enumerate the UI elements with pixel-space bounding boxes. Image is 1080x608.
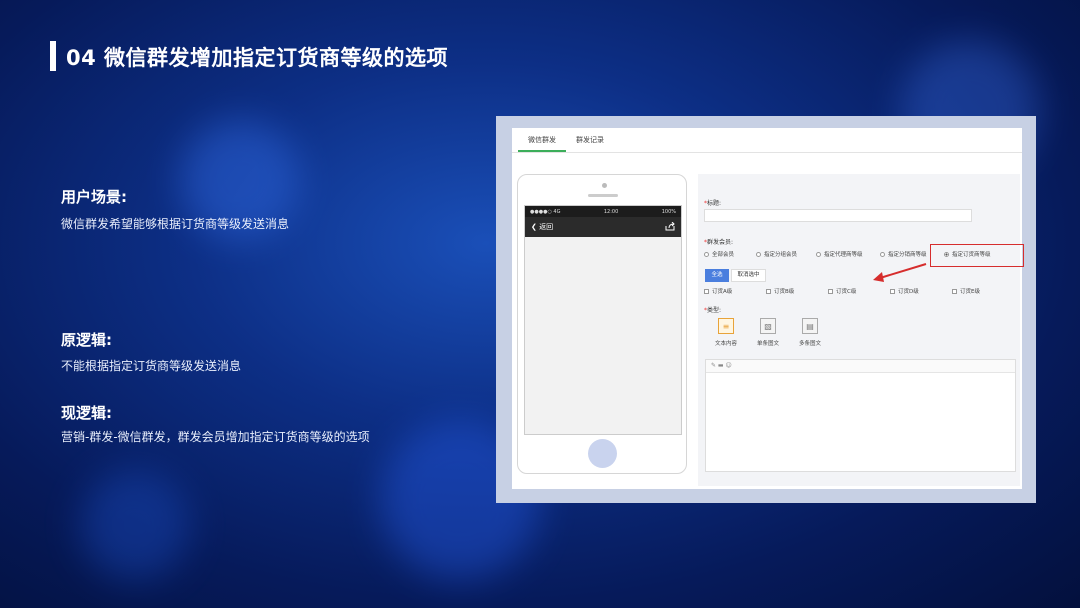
tab-divider <box>512 152 1022 153</box>
editor-toolbar[interactable]: ✎ ▬ ☺ <box>706 360 1015 373</box>
phone-preview: ●●●●○ 4G 12:00 100% ❮ 返回 <box>517 174 687 474</box>
bokeh-light <box>80 470 190 580</box>
section-text-old-logic: 不能根据指定订货商等级发送消息 <box>61 359 242 373</box>
checkbox-level-e[interactable]: 订货E级 <box>952 287 980 295</box>
type-text[interactable]: ≡ 文本内容 <box>706 318 746 347</box>
section-heading-scenario: 用户场景: <box>61 188 127 206</box>
screenshot-content: 微信群发 群发记录 ●●●●○ 4G 12:00 100% ❮ 返回 *标题: … <box>512 128 1024 489</box>
multi-article-icon: ▤ <box>802 318 818 334</box>
content-type-group: ≡ 文本内容 ▧ 单条图文 ▤ 多条图文 <box>706 318 832 347</box>
type-single-article[interactable]: ▧ 单条图文 <box>748 318 788 347</box>
chevron-left-icon: ❮ <box>531 223 537 231</box>
content-editor[interactable]: ✎ ▬ ☺ <box>705 359 1016 472</box>
single-article-icon: ▧ <box>760 318 776 334</box>
tab-wechat-broadcast[interactable]: 微信群发 <box>518 130 566 152</box>
red-arrow-annotation <box>873 263 927 282</box>
tab-bar: 微信群发 群发记录 <box>518 130 614 152</box>
carrier-text: ●●●●○ 4G <box>530 208 561 215</box>
members-field-label: *群发会员: <box>704 239 734 246</box>
deselect-button[interactable]: 取消选中 <box>731 269 766 282</box>
broadcast-form-panel: *标题: *群发会员: 全部会员 指定分组会员 指定代理商等级 指定分销商等级 … <box>698 174 1024 486</box>
section-heading-old-logic: 原逻辑: <box>61 331 112 349</box>
type-field-label: *类型: <box>704 307 722 314</box>
section-text-new-logic: 营销-群发-微信群发，群发会员增加指定订货商等级的选项 <box>61 430 370 444</box>
checkbox-level-b[interactable]: 订货B级 <box>766 287 828 295</box>
type-multi-article[interactable]: ▤ 多条图文 <box>790 318 830 347</box>
phone-nav-bar: ❮ 返回 <box>525 217 681 237</box>
battery-text: 100% <box>661 208 676 215</box>
slide-title: 04 微信群发增加指定订货商等级的选项 <box>66 46 449 70</box>
title-accent-bar <box>50 41 56 71</box>
camera-dot <box>602 183 607 188</box>
phone-status-bar: ●●●●○ 4G 12:00 100% <box>525 206 681 217</box>
radio-agent-level[interactable]: 指定代理商等级 <box>816 250 880 258</box>
time-text: 12:00 <box>603 208 619 215</box>
select-all-button[interactable]: 全选 <box>705 269 729 282</box>
checkbox-level-a[interactable]: 订货A级 <box>704 287 766 295</box>
highlight-box <box>930 244 1024 267</box>
text-lines-icon: ≡ <box>718 318 734 334</box>
tab-broadcast-history[interactable]: 群发记录 <box>566 130 614 152</box>
section-heading-new-logic: 现逻辑: <box>61 404 112 422</box>
embedded-screenshot: 微信群发 群发记录 ●●●●○ 4G 12:00 100% ❮ 返回 *标题: … <box>496 116 1036 503</box>
back-label: 返回 <box>539 223 554 231</box>
checkbox-level-d[interactable]: 订货D级 <box>890 287 952 295</box>
share-icon[interactable] <box>665 221 675 233</box>
phone-screen: ●●●●○ 4G 12:00 100% ❮ 返回 <box>524 205 682 435</box>
radio-all-members[interactable]: 全部会员 <box>704 250 756 258</box>
radio-group-members[interactable]: 指定分组会员 <box>756 250 816 258</box>
level-checkbox-group: 订货A级 订货B级 订货C级 订货D级 订货E级 <box>704 287 980 295</box>
title-input[interactable] <box>704 209 972 222</box>
speaker-grille <box>588 194 618 197</box>
title-field-label: *标题: <box>704 200 722 207</box>
section-text-scenario: 微信群发希望能够根据订货商等级发送消息 <box>61 217 290 231</box>
home-button <box>588 439 617 468</box>
checkbox-level-c[interactable]: 订货C级 <box>828 287 890 295</box>
back-button[interactable]: ❮ 返回 <box>531 222 553 232</box>
